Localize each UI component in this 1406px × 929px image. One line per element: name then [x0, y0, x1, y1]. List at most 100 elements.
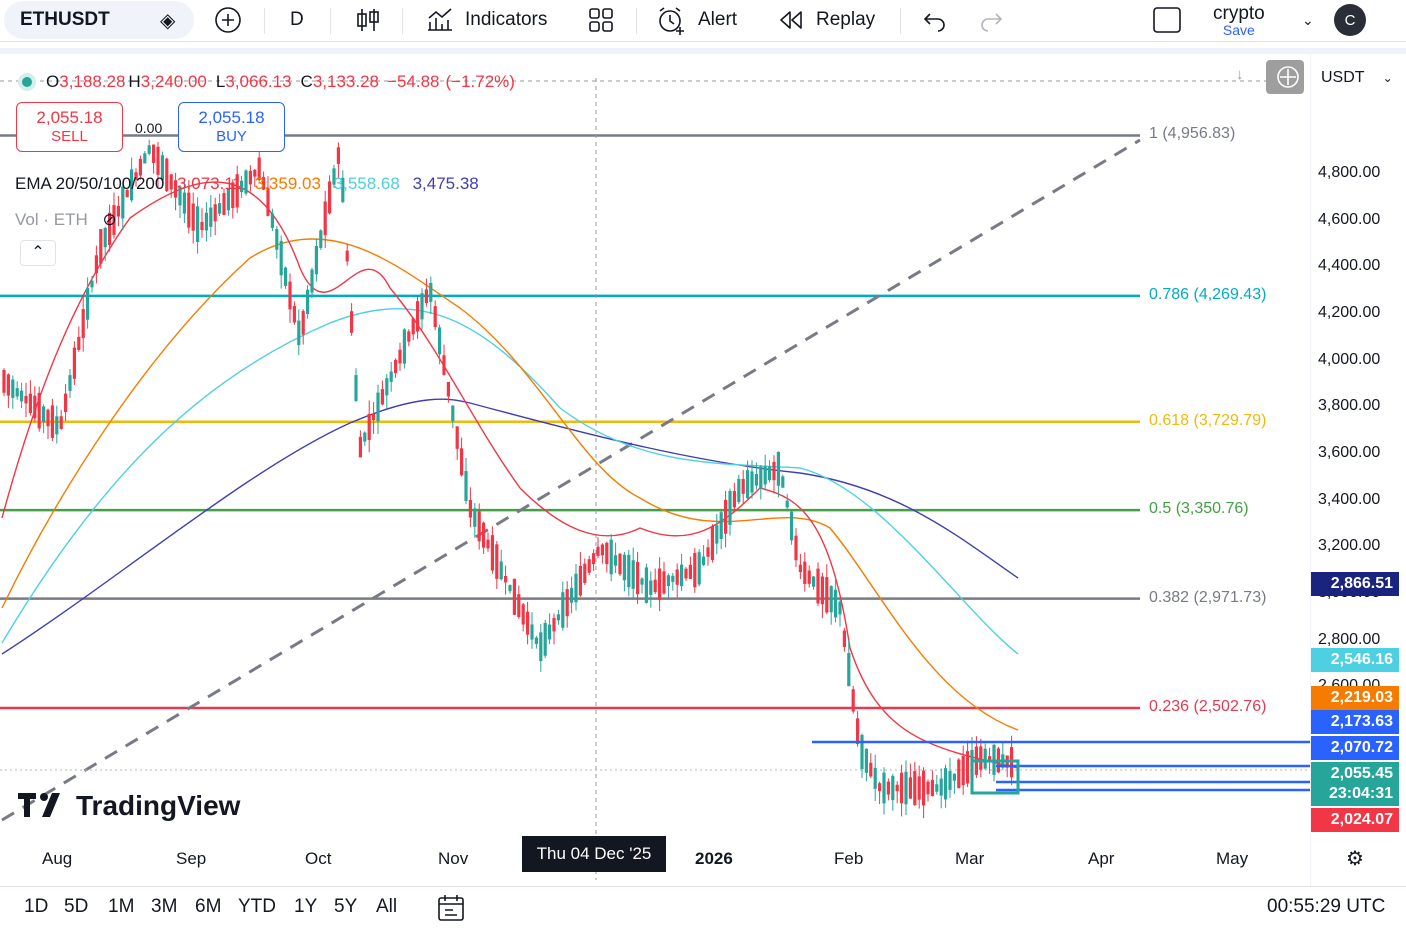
candle-body	[860, 734, 864, 770]
chart-area[interactable]: O 3,188.28 H 3,240.00 L 3,066.13 C 3,133.28 …	[0, 48, 1406, 886]
candle-body	[728, 491, 732, 525]
candle-body	[614, 555, 618, 566]
indicators-label: Indicators	[465, 9, 548, 30]
candle-body	[719, 512, 723, 539]
open-label: O	[46, 72, 60, 91]
price-tick: 4,600.00	[1318, 210, 1381, 228]
diamond-icon[interactable]: ◈	[160, 0, 175, 40]
range-ytd[interactable]: YTD	[238, 896, 276, 918]
candle-body	[33, 395, 37, 419]
price-tick: 4,000.00	[1318, 350, 1381, 368]
spread-value: 0.00	[135, 120, 163, 136]
redo-button[interactable]	[978, 0, 1004, 40]
position-boxes[interactable]	[812, 740, 1310, 795]
candle-body	[464, 471, 468, 501]
candle-body	[499, 561, 503, 580]
range-5d[interactable]: 5D	[64, 896, 88, 918]
candle-body	[895, 784, 899, 792]
alert-button[interactable]: Alert	[656, 0, 737, 40]
eye-hidden-icon[interactable]: ⊘	[102, 210, 116, 229]
crosshair-add-button[interactable]	[1266, 60, 1304, 94]
range-all[interactable]: All	[376, 896, 397, 918]
candle-body	[460, 448, 464, 476]
ema-label: EMA 20/50/100/200	[15, 174, 165, 193]
candle-body	[86, 287, 90, 320]
candle-body	[587, 559, 591, 573]
layout-save-button[interactable]: crypto Save	[1213, 0, 1265, 40]
indicators-button[interactable]: Indicators	[425, 0, 547, 40]
range-3m[interactable]: 3M	[151, 896, 177, 918]
range-6m[interactable]: 6M	[195, 896, 221, 918]
candle-body	[816, 568, 820, 604]
candle-body	[596, 546, 600, 556]
top-toolbar: ETHUSDT ◈ D Indicators Alert Replay cryp…	[0, 0, 1406, 42]
candle-body	[301, 311, 305, 335]
layout-name: crypto	[1213, 2, 1265, 24]
fib-label-0.618: 0.618 (3,729.79)	[1149, 411, 1267, 429]
candle-body	[798, 564, 802, 573]
candle-body	[662, 571, 666, 594]
candle-body	[218, 203, 222, 214]
volume-legend[interactable]: Vol · ETH ⊘	[15, 210, 117, 230]
candle-body	[768, 466, 772, 481]
candle-body	[785, 500, 789, 508]
candle-body	[631, 560, 635, 589]
candles-icon	[357, 9, 379, 31]
fib-trend-line[interactable]	[1, 138, 1141, 822]
buy-button[interactable]: 2,055.18 BUY	[178, 102, 285, 152]
square-icon	[1153, 7, 1181, 33]
candle-body	[55, 416, 59, 435]
candle-body	[917, 776, 921, 800]
candle-body	[913, 771, 917, 805]
replay-button[interactable]: Replay	[778, 0, 875, 40]
candle-body	[455, 426, 459, 449]
settings-gear-icon[interactable]: ⚙	[1346, 846, 1364, 871]
ema-legend[interactable]: EMA 20/50/100/200 3,073.11 3,359.03 3,55…	[15, 174, 479, 194]
date-range-button[interactable]	[437, 893, 465, 928]
candle-body	[627, 554, 631, 588]
interval-button[interactable]: D	[290, 0, 304, 40]
range-5y[interactable]: 5Y	[334, 896, 357, 918]
collapse-legend-button[interactable]: ⌃	[20, 240, 56, 266]
candle-body	[442, 355, 446, 375]
candle-body	[407, 331, 411, 342]
candle-body	[926, 781, 930, 795]
ema-line[interactable]	[1, 181, 1019, 769]
candle-body	[983, 748, 987, 769]
candle-body	[675, 569, 679, 585]
currency-selector[interactable]: USDT ⌄	[1313, 62, 1403, 94]
currency-label: USDT	[1321, 69, 1365, 86]
undo-button[interactable]	[922, 0, 948, 40]
price-tag: 2,173.63	[1311, 710, 1399, 734]
range-1m[interactable]: 1M	[108, 896, 134, 918]
candle-body	[930, 779, 934, 797]
range-1y[interactable]: 1Y	[294, 896, 317, 918]
ema-line[interactable]	[1, 238, 1019, 731]
range-1d[interactable]: 1D	[24, 896, 48, 918]
price-tag: 2,546.16	[1311, 648, 1399, 672]
time-label: May	[1216, 849, 1249, 868]
candle-body	[702, 556, 706, 566]
add-symbol-button[interactable]	[214, 0, 242, 40]
candle-body	[6, 374, 10, 396]
candle-body	[878, 783, 882, 792]
layout-button[interactable]	[588, 0, 614, 40]
replay-label: Replay	[816, 9, 876, 30]
candle-body	[81, 309, 85, 339]
ema-line[interactable]	[1, 398, 1019, 655]
candle-body	[394, 359, 398, 374]
avatar[interactable]: C	[1334, 4, 1366, 36]
fullscreen-button[interactable]	[1152, 0, 1182, 40]
time-axis[interactable]: Aug Sep Oct Nov 2026 Feb Mar Apr May Thu 04 Dec …	[0, 836, 1310, 880]
candle-body	[279, 240, 283, 276]
interval-label: D	[290, 9, 304, 30]
chart-canvas[interactable]	[0, 48, 1406, 880]
candle-body	[28, 393, 32, 413]
save-label: Save	[1222, 21, 1255, 38]
candle-body	[156, 146, 160, 175]
utc-clock[interactable]: 00:55:29 UTC	[1267, 896, 1385, 918]
candle-body	[737, 478, 741, 502]
sell-button[interactable]: 2,055.18 SELL	[16, 102, 123, 152]
chart-type-button[interactable]	[355, 0, 381, 40]
chevron-down-icon[interactable]: ⌄	[1302, 0, 1314, 40]
